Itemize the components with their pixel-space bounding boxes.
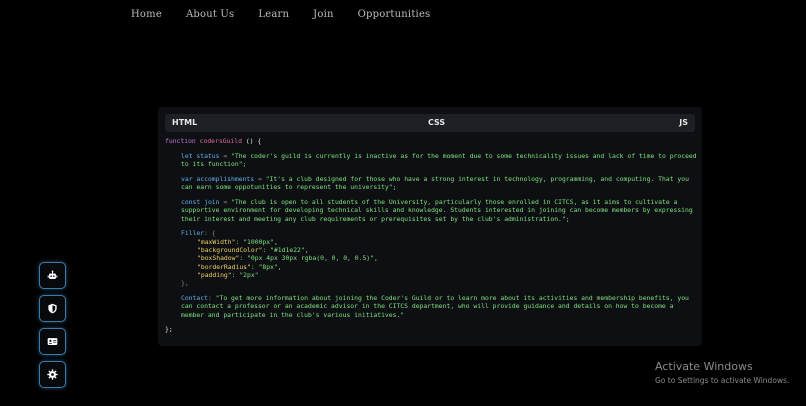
function-declaration: function codersGuild () { xyxy=(165,137,697,145)
nav-learn[interactable]: Learn xyxy=(258,9,289,20)
nav-about-us[interactable]: About Us xyxy=(186,9,234,20)
status-value: "The coder's guild is currently is inact… xyxy=(181,151,697,169)
filler-prop: "borderRadius": "8px", xyxy=(197,262,282,271)
filler-prop: "backgroundColor": "#1d1e22", xyxy=(197,245,309,254)
accomplishments-keyword: var xyxy=(181,174,193,183)
function-keyword: function xyxy=(165,137,196,145)
nav-home[interactable]: Home xyxy=(131,9,162,20)
shield-icon xyxy=(48,303,57,314)
function-name: codersGuild xyxy=(199,137,242,145)
status-name: status xyxy=(196,151,220,160)
accomplishments-name: accomplishments xyxy=(196,174,255,183)
language-tabs: HTML CSS JS xyxy=(165,114,695,132)
function-close: }; xyxy=(165,324,173,333)
watermark-title: Activate Windows xyxy=(655,360,753,373)
filler-prop: "boxShadow": "0px 4px 30px rgba(0, 0, 0,… xyxy=(197,254,378,263)
join-operator: = xyxy=(223,197,228,206)
watermark-subtitle: Go to Settings to activate Windows. xyxy=(655,376,790,385)
filler-properties: "maxWidth": "1000px", "backgroundColor":… xyxy=(197,238,697,279)
filler-line: Filler: { xyxy=(181,229,697,237)
filler-open: : { xyxy=(204,229,216,238)
join-value: "The club is open to all students of the… xyxy=(181,197,693,223)
accomplishments-operator: = xyxy=(257,174,262,183)
contact-operator: : xyxy=(207,293,212,302)
filler-prop: "maxWidth": "1000px", xyxy=(197,237,278,246)
gear-button[interactable] xyxy=(39,361,66,388)
join-name: join xyxy=(204,197,220,206)
join-line: const join = "The club is open to all st… xyxy=(181,198,697,223)
join-keyword: const xyxy=(181,197,201,206)
function-open: () { xyxy=(245,137,262,145)
tab-css[interactable]: CSS xyxy=(428,118,445,127)
contact-name: Contact xyxy=(181,293,208,302)
top-nav: Home About Us Learn Join Opportunities xyxy=(131,9,430,20)
accomplishments-line: var accomplishments = "It's a club desig… xyxy=(181,175,697,192)
tab-html[interactable]: HTML xyxy=(172,118,197,127)
gear-icon xyxy=(47,369,58,380)
filler-name: Filler xyxy=(181,229,205,238)
status-operator: = xyxy=(223,151,228,160)
code-block: function codersGuild () { let status = "… xyxy=(165,137,697,333)
id-card-button[interactable] xyxy=(39,328,66,355)
code-panel: HTML CSS JS function codersGuild () { le… xyxy=(158,107,702,346)
filler-close: }, xyxy=(181,279,189,288)
tab-js[interactable]: JS xyxy=(679,118,688,127)
nav-join[interactable]: Join xyxy=(313,9,333,20)
activate-windows-watermark: Activate Windows Go to Settings to activ… xyxy=(655,360,789,385)
filler-prop: "padding": "2px" xyxy=(197,270,259,279)
nav-opportunities[interactable]: Opportunities xyxy=(358,9,431,20)
shield-button[interactable] xyxy=(39,295,66,322)
contact-line: Contact: "To get more information about … xyxy=(181,294,697,319)
contact-value: "To get more information about joining t… xyxy=(181,293,689,319)
status-keyword: let xyxy=(181,151,193,160)
robot-button[interactable] xyxy=(39,262,66,289)
status-line: let status = "The coder's guild is curre… xyxy=(181,152,697,169)
robot-icon xyxy=(47,270,58,279)
id-card-icon xyxy=(47,338,58,345)
